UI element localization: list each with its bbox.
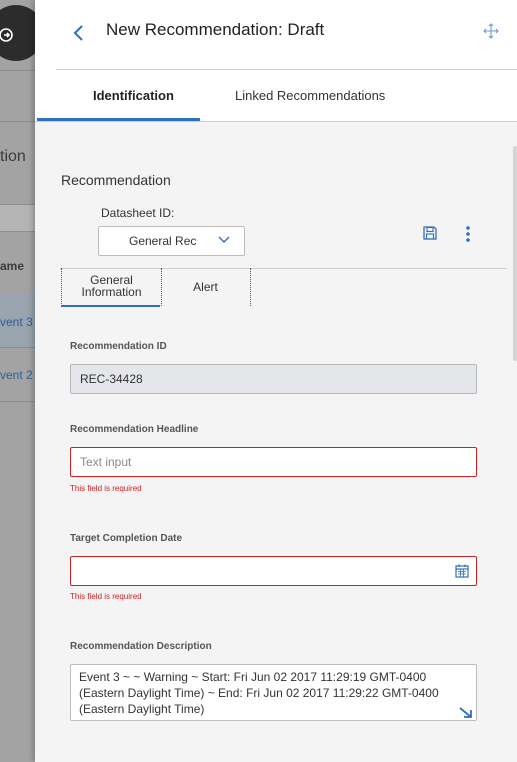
description-label: Recommendation Description [70,641,212,652]
background-heading: tion [0,148,26,165]
target-date-input[interactable] [70,556,477,586]
tab-identification[interactable]: Identification [93,88,174,103]
background-divider [0,401,40,402]
background-divider [0,121,40,122]
section-title: Recommendation [61,172,171,188]
panel-header: New Recommendation: Draft [35,0,517,70]
kebab-icon[interactable] [465,225,471,243]
recommendation-id-label: Recommendation ID [70,341,167,352]
background-column-header: ame [0,259,25,273]
panel-tabs: Identification Linked Recommendations [35,70,517,122]
recommendation-id-field: REC-34428 [70,364,477,394]
tab-linked-recommendations[interactable]: Linked Recommendations [235,88,385,103]
headline-error: This field is required [70,484,142,493]
description-textarea[interactable]: Event 3 ~ ~ Warning ~ Start: Fri Jun 02 … [70,664,477,721]
datasheet-value: General Rec [129,234,197,248]
background-divider [0,70,40,71]
target-date-error: This field is required [70,592,142,601]
description-value: Event 3 ~ ~ Warning ~ Start: Fri Jun 02 … [79,670,439,716]
calendar-icon[interactable] [455,564,469,578]
background-row-link: vent 3 [0,315,33,329]
logout-icon [0,28,13,42]
subtab-general-information[interactable]: General Information [61,268,162,306]
datasheet-label: Datasheet ID: [101,206,175,220]
page-title: New Recommendation: Draft [106,20,325,39]
background-divider [0,347,40,348]
move-icon[interactable] [483,23,499,39]
target-date-label: Target Completion Date [70,533,183,544]
headline-placeholder: Text input [80,455,132,469]
subtab-alert[interactable]: Alert [161,268,251,306]
chevron-down-icon [218,236,230,243]
subtab-label: General Information [81,273,142,299]
recommendation-panel: New Recommendation: Draft Identification… [35,0,517,762]
active-tab-indicator [37,118,200,121]
chevron-left-icon[interactable] [72,23,86,43]
active-subtab-indicator [61,305,160,307]
save-icon[interactable] [422,225,438,241]
recommendation-id-value: REC-34428 [80,372,143,386]
headline-label: Recommendation Headline [70,424,199,435]
panel-content: Recommendation Datasheet ID: General Rec… [35,122,517,762]
headline-input[interactable]: Text input [70,447,477,477]
background-select [0,204,40,232]
datasheet-select[interactable]: General Rec [98,226,245,256]
subtab-label: Alert [193,280,218,294]
resize-handle-icon[interactable] [459,707,473,719]
background-row-link: vent 2 [0,368,33,382]
scrollbar-thumb[interactable] [513,146,517,361]
